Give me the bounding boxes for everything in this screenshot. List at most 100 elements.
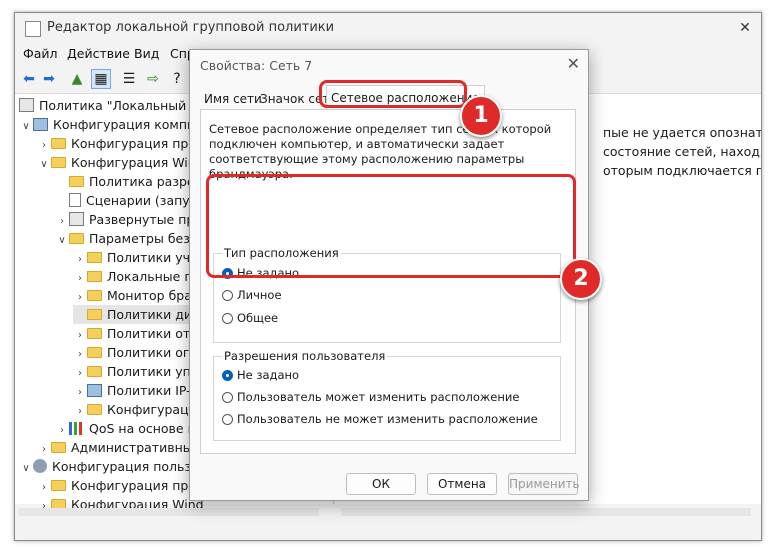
- chevron-down-icon[interactable]: ∨: [55, 231, 69, 250]
- tree-item[interactable]: › Политики IP-: [73, 381, 191, 400]
- tree-item-label: Политики отк: [107, 326, 198, 341]
- radio-perm-cannot-change[interactable]: Пользователь не может изменить расположе…: [222, 411, 538, 427]
- printer-icon: [69, 212, 84, 226]
- script-icon: [69, 193, 81, 207]
- help-icon[interactable]: ?: [167, 69, 187, 89]
- callout-highlight-location-group: [206, 174, 576, 278]
- radio-public[interactable]: Общее: [222, 310, 278, 326]
- radio-icon[interactable]: [222, 313, 233, 324]
- title-bar: Редактор локальной групповой политики ✕: [15, 13, 761, 43]
- tree-item-label: Политики дис: [107, 307, 199, 322]
- tree-item[interactable]: › Административные: [37, 438, 200, 457]
- chart-icon: [69, 422, 84, 435]
- menu-view[interactable]: Вид: [134, 46, 159, 61]
- tree-item[interactable]: ∨ Конфигурация Wind: [37, 153, 204, 174]
- cancel-button[interactable]: Отмена: [427, 473, 497, 495]
- tree-item[interactable]: › Политики отк: [73, 324, 198, 343]
- tab-panel: Сетевое расположение определяет тип сети…: [200, 109, 576, 454]
- chevron-down-icon[interactable]: ∨: [19, 459, 33, 478]
- lock-folder-icon: [87, 252, 102, 263]
- menu-action[interactable]: Действие: [67, 46, 130, 61]
- location-description: Сетевое расположение определяет тип сети…: [209, 122, 552, 181]
- tree-item[interactable]: › Политики упр: [73, 362, 199, 381]
- group-legend: Разрешения пользователя: [222, 349, 388, 363]
- details-scrollbar[interactable]: [341, 508, 751, 516]
- tree-item-label: Конфигурация Wind: [71, 155, 204, 170]
- radio-label: Общее: [237, 311, 279, 325]
- folder-icon: [87, 309, 102, 320]
- policy-icon: [19, 98, 34, 112]
- tree-item-label: Сценарии (запуск: [86, 193, 205, 208]
- user-permissions-group: Разрешения пользователя Не задано Пользо…: [213, 349, 561, 441]
- network-icon: [87, 384, 102, 397]
- export-list-icon[interactable]: ⇨: [143, 69, 163, 89]
- tree-item[interactable]: Политика разреш: [55, 172, 206, 191]
- tree-scrollbar[interactable]: [19, 508, 319, 516]
- apply-button[interactable]: Применить: [508, 473, 580, 495]
- radio-label: Пользователь может изменить расположение: [237, 390, 520, 404]
- folder-icon: [51, 157, 66, 168]
- radio-private[interactable]: Личное: [222, 287, 282, 303]
- tree-item-label: Политики уче: [107, 250, 198, 265]
- tree-item[interactable]: › Политики уче: [73, 248, 198, 267]
- tree-item[interactable]: › Конфигурация прогр: [37, 134, 210, 153]
- dialog-title: Свойства: Сеть 7: [200, 58, 313, 73]
- radio-perm-can-change[interactable]: Пользователь может изменить расположение: [222, 389, 519, 405]
- ok-button[interactable]: ОК: [346, 473, 416, 495]
- details-text-line: оторым подключается пользо: [603, 163, 761, 178]
- tree-item[interactable]: ∨ Параметры безо: [55, 229, 197, 250]
- radio-icon[interactable]: [222, 392, 233, 403]
- user-icon: [33, 459, 47, 473]
- forward-arrow-icon[interactable]: ➡: [39, 69, 59, 89]
- computer-icon: [33, 118, 48, 131]
- tree-item-label: Монитор бра: [107, 288, 192, 303]
- folder-icon: [87, 328, 102, 339]
- tree-item-label: QoS на основе по: [89, 421, 204, 436]
- tree-item-label: Политики огр: [107, 345, 198, 360]
- details-text-line: состояние сетей, находящихся: [603, 144, 761, 159]
- radio-icon[interactable]: [222, 290, 233, 301]
- properties-icon[interactable]: ☰: [119, 69, 139, 89]
- tree-item[interactable]: › Политики огр: [73, 343, 197, 362]
- radio-icon[interactable]: [222, 414, 233, 425]
- callout-highlight-tab: [319, 80, 467, 108]
- tree-item-selected[interactable]: Политики дис: [73, 305, 199, 324]
- up-folder-icon[interactable]: ▲: [67, 69, 87, 89]
- tree-item[interactable]: › Локальные по: [73, 267, 200, 286]
- close-icon[interactable]: ✕: [733, 17, 757, 39]
- folder-icon: [69, 176, 84, 187]
- tree-item[interactable]: › Монитор бра: [73, 286, 192, 305]
- tree-item[interactable]: Сценарии (запуск: [55, 191, 204, 210]
- tree-item[interactable]: › Конфигураци: [73, 400, 197, 419]
- folder-icon: [51, 442, 66, 453]
- tree-item[interactable]: ∨ Конфигурация пользова: [19, 457, 214, 476]
- callout-badge-2: 2: [560, 258, 602, 300]
- status-bar: [15, 516, 761, 540]
- callout-badge-1: 1: [460, 95, 502, 137]
- tree-item[interactable]: › Конфигурация прогр: [37, 476, 210, 495]
- tree-item-label: Политики IP-: [107, 383, 191, 398]
- folder-icon: [69, 233, 84, 244]
- folder-icon: [87, 290, 102, 301]
- lock-folder-icon: [87, 271, 102, 282]
- menu-file[interactable]: Файл: [23, 46, 58, 61]
- chevron-down-icon[interactable]: ∨: [19, 117, 33, 136]
- app-icon: [25, 21, 41, 37]
- tree-item-label: Локальные по: [107, 269, 201, 284]
- tree-item[interactable]: › Развернутые при: [55, 210, 202, 229]
- back-arrow-icon[interactable]: ⬅: [19, 69, 39, 89]
- window-title: Редактор локальной групповой политики: [47, 20, 335, 35]
- chevron-down-icon[interactable]: ∨: [37, 155, 51, 174]
- folder-icon: [51, 480, 66, 491]
- radio-label: Личное: [237, 288, 282, 302]
- radio-label: Пользователь не может изменить расположе…: [237, 412, 538, 426]
- show-tree-icon[interactable]: ▦: [91, 69, 111, 89]
- folder-icon: [87, 404, 102, 415]
- folder-icon: [87, 347, 102, 358]
- details-text-line: пые не удается опознать из-за оц: [603, 125, 761, 140]
- tree-item[interactable]: › QoS на основе по: [55, 419, 203, 438]
- tree-item-label: Развернутые при: [89, 212, 203, 227]
- radio-selected-icon[interactable]: [222, 370, 233, 381]
- radio-perm-not-set[interactable]: Не задано: [222, 367, 299, 383]
- close-icon[interactable]: ✕: [567, 54, 580, 73]
